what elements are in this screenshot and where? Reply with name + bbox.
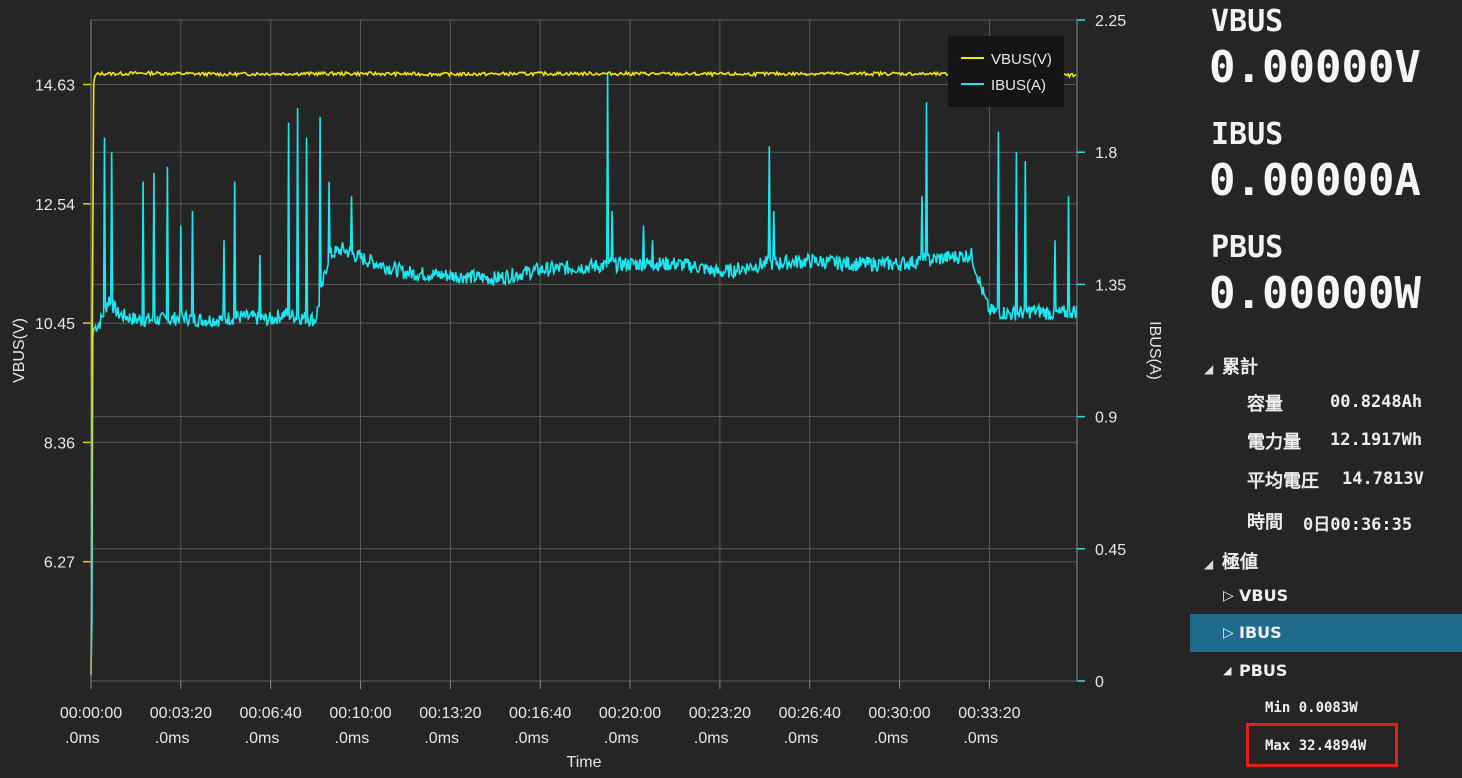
legend-vbus-label: VBUS(V) xyxy=(991,51,1052,68)
x-tick-label: 00:13:20 xyxy=(419,705,481,722)
extremes-item-vbus-label: VBUS xyxy=(1239,586,1289,605)
left-tick-label: 10.45 xyxy=(35,316,75,333)
ibus-series-line xyxy=(90,72,1078,676)
right-axis-title: IBUS(A) xyxy=(1146,321,1163,380)
energy-value: 12.1917Wh xyxy=(1330,430,1423,450)
right-tick-label: 1.8 xyxy=(1095,145,1117,162)
vbus-value: 0.00000V xyxy=(1209,42,1421,93)
capacity-key: 容量 xyxy=(1247,394,1283,415)
extremes-item-pbus[interactable]: ◢ PBUS xyxy=(1190,652,1462,690)
extremes-item-ibus-label: IBUS xyxy=(1239,623,1282,642)
left-tick-label: 8.36 xyxy=(44,435,75,452)
x-tick-sublabel: .0ms xyxy=(155,730,190,747)
x-tick-sublabel: .0ms xyxy=(514,730,549,747)
extremes-item-vbus[interactable]: ▷ VBUS xyxy=(1190,577,1462,615)
energy-row: 電力量 12.1917Wh xyxy=(1247,428,1422,454)
x-tick-sublabel: .0ms xyxy=(784,730,819,747)
x-tick-label: 00:10:00 xyxy=(329,705,391,722)
left-tick-label: 14.63 xyxy=(35,78,75,95)
x-tick-label: 00:16:40 xyxy=(509,705,571,722)
capacity-row: 容量 00.8248Ah xyxy=(1247,390,1422,416)
axes: 00:00:00 .0ms 00:03:20 .0ms 00:06:40 .0ms 00:1… xyxy=(11,13,1163,771)
x-tick-label: 00:30:00 xyxy=(868,705,930,722)
x-tick-label: 00:00:00 xyxy=(60,705,122,722)
extremes-item-pbus-label: PBUS xyxy=(1239,661,1288,680)
x-tick-label: 00:03:20 xyxy=(150,705,212,722)
time-row: 時間 0日00:36:35 xyxy=(1247,508,1412,535)
right-tick-label: 1.35 xyxy=(1095,277,1126,294)
chart-area[interactable]: 00:00:00 .0ms 00:03:20 .0ms 00:06:40 .0ms 00:1… xyxy=(0,0,1190,778)
avg-voltage-key: 平均電圧 xyxy=(1247,471,1319,492)
pbus-label: PBUS xyxy=(1211,230,1284,265)
x-tick-label: 00:06:40 xyxy=(240,705,302,722)
left-tick-label: 12.54 xyxy=(35,197,75,214)
left-tick-label: 6.27 xyxy=(44,555,75,572)
ibus-label: IBUS xyxy=(1211,117,1284,152)
x-tick-sublabel: .0ms xyxy=(874,730,909,747)
collapsed-triangle-icon: ▷ xyxy=(1223,624,1234,640)
legend[interactable]: VBUS(V) IBUS(A) xyxy=(948,36,1064,107)
x-tick-sublabel: .0ms xyxy=(245,730,280,747)
energy-key: 電力量 xyxy=(1247,432,1301,453)
legend-background xyxy=(948,36,1064,107)
expanded-triangle-icon: ◢ xyxy=(1204,557,1214,571)
right-tick-label: 2.25 xyxy=(1095,13,1126,30)
legend-ibus-label: IBUS(A) xyxy=(991,77,1046,94)
time-key: 時間 xyxy=(1247,512,1283,533)
extremes-group-header[interactable]: ◢ 極値 xyxy=(1204,548,1258,574)
x-tick-sublabel: .0ms xyxy=(65,730,100,747)
expanded-triangle-icon: ◢ xyxy=(1204,362,1214,376)
plot-border xyxy=(90,19,1078,682)
x-tick-sublabel: .0ms xyxy=(963,730,998,747)
avg-voltage-value: 14.7813V xyxy=(1342,469,1424,489)
x-tick-label: 00:26:40 xyxy=(779,705,841,722)
avg-voltage-row: 平均電圧 14.7813V xyxy=(1247,467,1424,493)
pbus-min: Min 0.0083W xyxy=(1265,700,1358,716)
x-tick-sublabel: .0ms xyxy=(335,730,370,747)
side-panel: VBUS 0.00000V IBUS 0.00000A PBUS 0.00000… xyxy=(1190,0,1462,778)
x-tick-label: 00:23:20 xyxy=(689,705,751,722)
right-tick-label: 0.45 xyxy=(1095,542,1126,559)
cumulative-group-header[interactable]: ◢ 累計 xyxy=(1204,353,1258,379)
time-value: 0日00:36:35 xyxy=(1303,515,1413,535)
right-tick-label: 0 xyxy=(1095,674,1104,691)
capacity-value: 00.8248Ah xyxy=(1330,392,1423,412)
right-tick-label: 0.9 xyxy=(1095,410,1117,427)
x-tick-sublabel: .0ms xyxy=(604,730,639,747)
vbus-label: VBUS xyxy=(1211,4,1284,39)
pbus-max: Max 32.4894W xyxy=(1265,738,1367,754)
vbus-series-line xyxy=(90,69,1077,675)
cumulative-group-label: 累計 xyxy=(1222,357,1258,378)
x-tick-sublabel: .0ms xyxy=(424,730,459,747)
x-axis-title: Time xyxy=(567,754,602,771)
grid xyxy=(90,19,1078,682)
x-tick-label: 00:33:20 xyxy=(958,705,1020,722)
collapsed-triangle-icon: ▷ xyxy=(1223,587,1234,603)
left-axis-title: VBUS(V) xyxy=(11,318,28,383)
expanded-triangle-icon: ◢ xyxy=(1223,665,1232,677)
chart-svg[interactable]: 00:00:00 .0ms 00:03:20 .0ms 00:06:40 .0ms 00:1… xyxy=(0,0,1190,778)
pbus-value: 0.00000W xyxy=(1209,268,1421,319)
extremes-item-ibus[interactable]: ▷ IBUS xyxy=(1190,614,1462,652)
extremes-group-label: 極値 xyxy=(1222,552,1258,573)
ibus-value: 0.00000A xyxy=(1209,155,1421,206)
x-tick-label: 00:20:00 xyxy=(599,705,661,722)
series-layer xyxy=(90,69,1078,676)
x-tick-sublabel: .0ms xyxy=(694,730,729,747)
